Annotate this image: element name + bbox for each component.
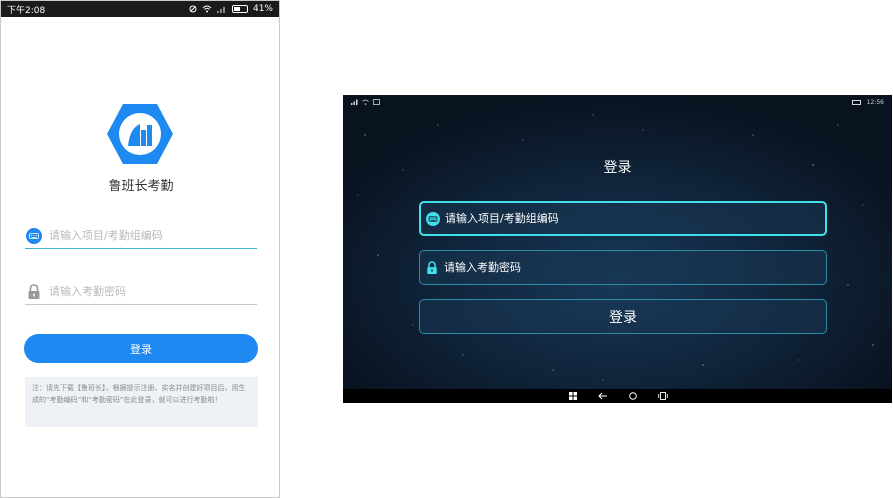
phone-status-bar: 下午2:08 41% [1, 1, 279, 17]
starfield-background [343, 95, 892, 403]
login-button[interactable]: 登录 [419, 299, 827, 334]
signal-icon [216, 7, 225, 13]
navigation-bar [343, 389, 892, 403]
project-code-field[interactable] [25, 223, 257, 249]
wifi-icon [202, 5, 212, 13]
no-disturb-icon [189, 5, 197, 13]
password-field[interactable] [419, 250, 827, 285]
project-code-field[interactable] [419, 201, 827, 236]
tablet-login-screen: 12:56 登录 登录 [343, 95, 892, 403]
signal-icon [351, 99, 358, 105]
lock-icon [25, 283, 43, 301]
battery-icon [231, 5, 248, 13]
tablet-status-time: 12:56 [866, 98, 884, 106]
battery-icon [851, 99, 861, 105]
login-button[interactable]: 登录 [24, 334, 258, 363]
instruction-note: 注：请先下载【鲁班长】，根据提示注册、实名并创建好项目后，用生成的“考勤编码”和… [25, 377, 258, 427]
phone-login-screen: 下午2:08 41% 鲁班长考勤 请输入项目/考勤组编码 登录 注：请先下载【鲁… [0, 0, 280, 498]
tablet-status-bar: 12:56 [343, 95, 892, 109]
wifi-icon [362, 99, 369, 105]
home-circle-icon[interactable] [626, 390, 640, 402]
app-name: 鲁班长考勤 [108, 179, 174, 194]
building-logo-icon [107, 104, 173, 164]
task-view-icon[interactable] [656, 390, 670, 402]
password-field[interactable] [25, 279, 257, 305]
windows-icon[interactable] [566, 390, 580, 402]
phone-status-battery: 41% [252, 4, 273, 14]
screenshot-canvas: 下午2:08 41% 鲁班长考勤 请输入项目/考勤组编码 登录 注：请先下载【鲁… [0, 0, 893, 498]
back-arrow-icon[interactable] [596, 390, 610, 402]
keyboard-icon [25, 227, 43, 245]
project-code-input[interactable] [445, 212, 825, 225]
project-code-input[interactable] [49, 229, 257, 242]
lock-icon [424, 260, 440, 276]
password-input[interactable] [444, 261, 826, 274]
keyboard-icon [425, 211, 441, 227]
password-input[interactable] [49, 285, 257, 298]
phone-status-time: 下午2:08 [7, 5, 46, 16]
notification-icon [373, 99, 380, 105]
login-title: 登录 [603, 160, 632, 176]
